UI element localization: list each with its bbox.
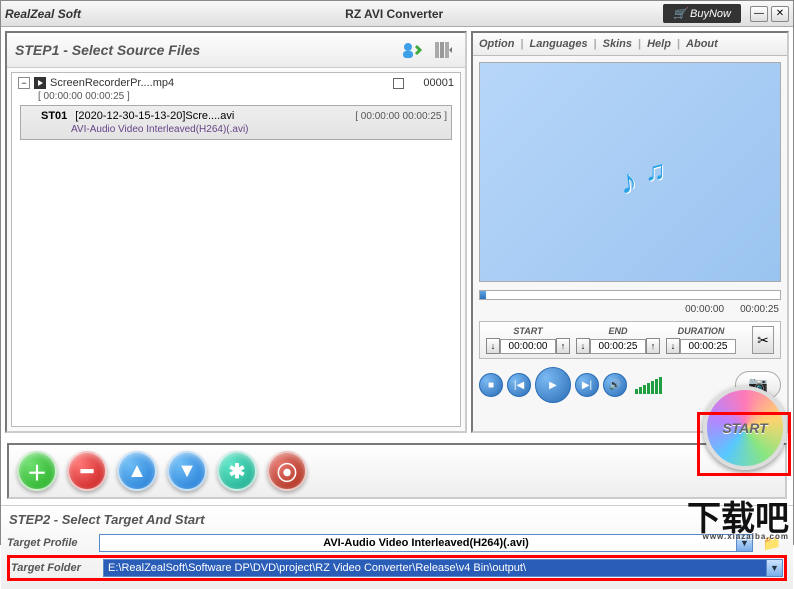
trim-end-label: END bbox=[576, 326, 660, 336]
child-codec: AVI-Audio Video Interleaved(H264)(.avi) bbox=[71, 124, 447, 135]
preview-area: ♪ ♫ bbox=[479, 62, 781, 282]
step1-title: STEP1 - Select Source Files bbox=[15, 42, 399, 58]
play-button[interactable]: ▶ bbox=[535, 367, 571, 403]
trim-start-go[interactable]: ↑ bbox=[556, 338, 570, 354]
trim-start-input[interactable] bbox=[500, 339, 556, 354]
buy-now-label: BuyNow bbox=[690, 8, 731, 20]
trim-box: START ↓ ↑ END ↓ ↑ DURATION ↓ bbox=[479, 321, 781, 359]
child-name: [2020-12-30-15-13-20]Scre....avi bbox=[75, 110, 351, 122]
settings-button[interactable]: ✱ bbox=[217, 451, 257, 491]
play-mark-icon bbox=[34, 77, 46, 89]
step2-title: STEP2 - Select Target And Start bbox=[7, 508, 787, 531]
move-down-button[interactable]: ▼ bbox=[167, 451, 207, 491]
start-label: START bbox=[722, 420, 767, 436]
menu-help[interactable]: Help bbox=[647, 38, 671, 50]
file-name: ScreenRecorderPr....mp4 bbox=[50, 77, 389, 89]
minimize-button[interactable]: — bbox=[750, 6, 768, 22]
trim-start-set[interactable]: ↓ bbox=[486, 338, 500, 354]
timecodes: 00:00:00 00:00:25 bbox=[473, 302, 787, 317]
expand-toggle[interactable]: − bbox=[18, 77, 30, 89]
trim-dur-input[interactable] bbox=[680, 339, 736, 354]
target-profile-label: Target Profile bbox=[7, 537, 95, 549]
action-row: ＋ ━ ▲ ▼ ✱ ⦿ bbox=[7, 443, 787, 499]
titlebar: RealZeal Soft RZ AVI Converter 🛒BuyNow —… bbox=[1, 1, 793, 27]
target-profile-select[interactable]: AVI-Audio Video Interleaved(H264)(.avi) … bbox=[99, 534, 753, 552]
list-view-icon[interactable] bbox=[431, 39, 457, 61]
start-button[interactable]: START bbox=[703, 386, 787, 470]
time-total: 00:00:25 bbox=[740, 304, 779, 315]
bottom-panel: STEP2 - Select Target And Start Target P… bbox=[1, 505, 793, 589]
music-note-icon: ♫ bbox=[645, 155, 666, 187]
target-profile-row: Target Profile AVI-Audio Video Interleav… bbox=[7, 533, 787, 553]
browse-profile-icon[interactable]: 📁 bbox=[757, 533, 787, 553]
prev-button[interactable]: |◀ bbox=[507, 373, 531, 397]
dropdown-icon[interactable]: ▼ bbox=[736, 535, 752, 551]
file-index: 00001 bbox=[408, 77, 454, 89]
music-note-icon: ♪ bbox=[618, 162, 639, 203]
file-row-parent[interactable]: − ScreenRecorderPr....mp4 00001 bbox=[14, 75, 458, 91]
volume-bars[interactable] bbox=[635, 377, 662, 394]
remove-button[interactable]: ━ bbox=[67, 451, 107, 491]
seek-bar[interactable] bbox=[479, 290, 781, 300]
trim-start-label: START bbox=[486, 326, 570, 336]
file-checkbox[interactable] bbox=[393, 78, 404, 89]
menu-option[interactable]: Option bbox=[479, 38, 514, 50]
trim-end-set[interactable]: ↓ bbox=[576, 338, 590, 354]
left-panel: STEP1 - Select Source Files − ScreenReco… bbox=[5, 31, 467, 433]
time-current: 00:00:00 bbox=[685, 304, 724, 315]
cut-button[interactable]: ✂ bbox=[752, 326, 774, 354]
child-file-group[interactable]: ST01 [2020-12-30-15-13-20]Scre....avi [ … bbox=[20, 105, 452, 140]
trim-dur-set[interactable]: ↓ bbox=[666, 338, 680, 354]
add-person-icon[interactable] bbox=[399, 39, 425, 61]
buy-now-button[interactable]: 🛒BuyNow bbox=[663, 4, 741, 23]
step1-header: STEP1 - Select Source Files bbox=[7, 33, 465, 68]
child-tag: ST01 bbox=[41, 110, 67, 122]
app-title: RZ AVI Converter bbox=[125, 7, 663, 21]
file-duration: [ 00:00:00 00:00:25 ] bbox=[38, 91, 458, 102]
menu-bar: Option| Languages| Skins| Help| About bbox=[473, 33, 787, 56]
close-button[interactable]: ✕ bbox=[771, 6, 789, 22]
target-folder-select[interactable]: E:\RealZealSoft\Software DP\DVD\project\… bbox=[103, 559, 783, 577]
target-folder-value: E:\RealZealSoft\Software DP\DVD\project\… bbox=[108, 562, 526, 574]
target-folder-label: Target Folder bbox=[11, 562, 99, 574]
target-profile-value: AVI-Audio Video Interleaved(H264)(.avi) bbox=[323, 537, 529, 549]
menu-about[interactable]: About bbox=[686, 38, 718, 50]
dropdown-icon[interactable]: ▼ bbox=[766, 560, 782, 576]
file-list: − ScreenRecorderPr....mp4 00001 [ 00:00:… bbox=[11, 72, 461, 427]
next-button[interactable]: ▶| bbox=[575, 373, 599, 397]
stop-button[interactable]: ■ bbox=[479, 373, 503, 397]
child-time: [ 00:00:00 00:00:25 ] bbox=[355, 111, 447, 122]
target-folder-row: Target Folder E:\RealZealSoft\Software D… bbox=[7, 555, 787, 581]
right-panel: Option| Languages| Skins| Help| About ♪ … bbox=[471, 31, 789, 433]
cart-icon: 🛒 bbox=[673, 7, 687, 20]
trim-end-input[interactable] bbox=[590, 339, 646, 354]
add-button[interactable]: ＋ bbox=[17, 451, 57, 491]
trim-end-go[interactable]: ↑ bbox=[646, 338, 660, 354]
trim-dur-label: DURATION bbox=[666, 326, 736, 336]
edit-button[interactable]: ⦿ bbox=[267, 451, 307, 491]
move-up-button[interactable]: ▲ bbox=[117, 451, 157, 491]
menu-skins[interactable]: Skins bbox=[603, 38, 632, 50]
menu-languages[interactable]: Languages bbox=[530, 38, 588, 50]
brand-label: RealZeal Soft bbox=[5, 7, 125, 21]
volume-button[interactable]: 🔊 bbox=[603, 373, 627, 397]
